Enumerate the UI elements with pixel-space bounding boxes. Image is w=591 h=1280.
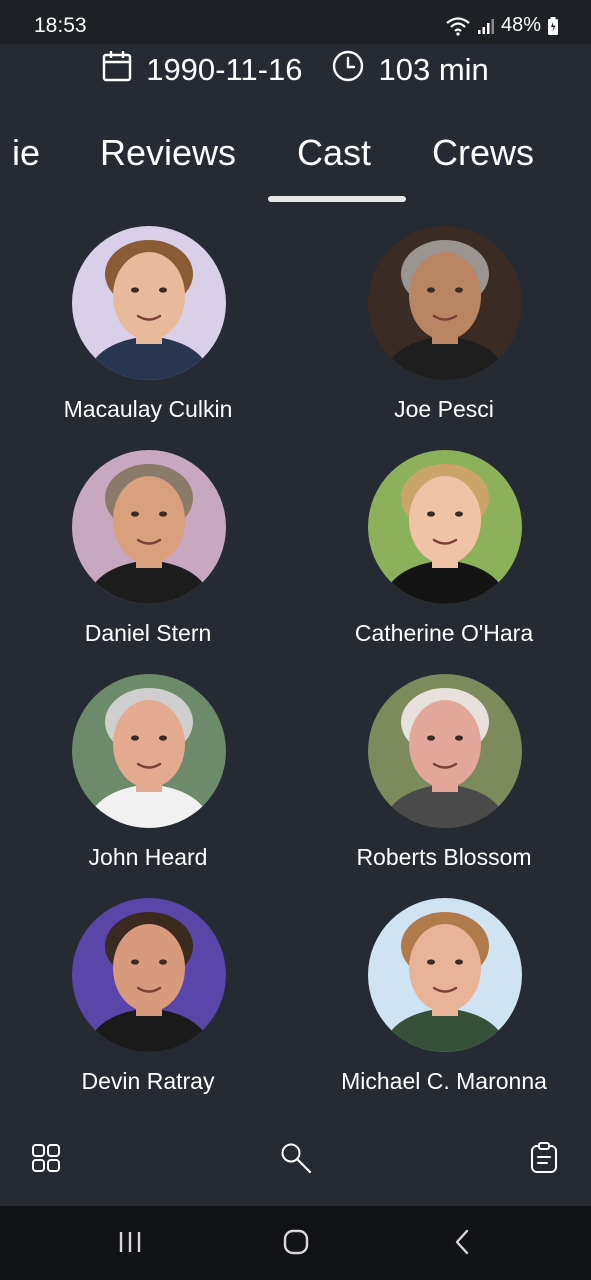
portrait-eye-right	[455, 959, 463, 965]
portrait-eye-left	[427, 735, 435, 741]
cast-name: Macaulay Culkin	[63, 396, 233, 422]
cast-card[interactable]: Joe Pesci	[296, 222, 591, 446]
portrait-eye-left	[427, 959, 435, 965]
portrait-face	[409, 252, 481, 340]
home-button[interactable]	[276, 1228, 316, 1260]
movie-meta: 1990-11-16 103 min	[0, 44, 591, 96]
portrait-face	[113, 476, 185, 564]
clipboard-button[interactable]	[524, 1140, 564, 1180]
runtime: 103 min	[332, 50, 489, 90]
portrait-image	[368, 226, 522, 380]
cast-card[interactable]: Michael C. Maronna	[296, 894, 591, 1112]
portrait-image	[368, 450, 522, 604]
signal-icon	[477, 17, 495, 35]
cast-card[interactable]: Macaulay Culkin	[0, 222, 296, 446]
portrait-face	[409, 924, 481, 1012]
portrait-eye-left	[131, 287, 139, 293]
portrait-image	[72, 226, 226, 380]
cast-card[interactable]: Roberts Blossom	[296, 670, 591, 894]
cast-name: Devin Ratray	[81, 1068, 215, 1094]
portrait-image	[72, 450, 226, 604]
clock-icon	[332, 50, 364, 90]
search-button[interactable]	[276, 1140, 316, 1180]
portrait-eye-right	[159, 735, 167, 741]
portrait-eye-left	[131, 735, 139, 741]
tab-bar: ie Reviews Cast Crews	[0, 118, 591, 208]
wifi-icon	[445, 16, 471, 36]
system-nav-bar	[0, 1206, 591, 1280]
portrait-face	[409, 476, 481, 564]
tab-reviews[interactable]: Reviews	[100, 132, 236, 174]
status-time: 18:53	[34, 14, 87, 37]
portrait-eye-left	[131, 511, 139, 517]
portrait-face	[113, 924, 185, 1012]
calendar-icon	[102, 50, 132, 90]
recent-apps-icon	[117, 1230, 143, 1259]
battery-icon	[547, 16, 559, 36]
cast-name: Roberts Blossom	[356, 844, 532, 870]
cast-avatar	[72, 898, 226, 1052]
clipboard-icon	[529, 1141, 559, 1179]
cast-name: John Heard	[88, 844, 208, 870]
portrait-face	[113, 700, 185, 788]
search-icon	[279, 1141, 313, 1180]
grid-button[interactable]	[26, 1140, 66, 1180]
status-indicators: 48%	[445, 14, 559, 37]
cast-name: Joe Pesci	[394, 396, 494, 422]
release-date: 1990-11-16	[102, 50, 302, 90]
portrait-eye-left	[427, 287, 435, 293]
portrait-face	[113, 252, 185, 340]
back-button[interactable]	[442, 1228, 482, 1260]
tab-indicator	[268, 196, 406, 202]
bottom-nav	[0, 1112, 591, 1206]
tab-partial[interactable]: ie	[12, 132, 40, 174]
cast-card[interactable]: John Heard	[0, 670, 296, 894]
portrait-eye-right	[455, 511, 463, 517]
cast-avatar	[72, 674, 226, 828]
tab-cast[interactable]: Cast	[297, 132, 371, 174]
cast-name: Michael C. Maronna	[341, 1068, 547, 1094]
portrait-eye-right	[159, 511, 167, 517]
portrait-eye-left	[131, 959, 139, 965]
release-date-text: 1990-11-16	[146, 52, 303, 87]
recent-apps-button[interactable]	[110, 1228, 150, 1260]
back-icon	[452, 1228, 472, 1261]
runtime-text: 103 min	[378, 52, 489, 87]
cast-card[interactable]: Devin Ratray	[0, 894, 296, 1112]
cast-card[interactable]: Daniel Stern	[0, 446, 296, 670]
cast-avatar	[72, 450, 226, 604]
portrait-image	[368, 898, 522, 1052]
cast-avatar	[368, 226, 522, 380]
tab-crews[interactable]: Crews	[432, 132, 534, 174]
battery-percent: 48%	[500, 14, 541, 36]
portrait-eye-right	[159, 287, 167, 293]
home-icon	[282, 1228, 310, 1261]
cast-name: Catherine O'Hara	[354, 620, 534, 646]
cast-avatar	[368, 674, 522, 828]
portrait-image	[368, 674, 522, 828]
status-bar: 18:53 48%	[0, 0, 591, 44]
portrait-eye-right	[455, 287, 463, 293]
cast-avatar	[368, 450, 522, 604]
cast-card[interactable]: Catherine O'Hara	[296, 446, 591, 670]
grid-icon	[31, 1143, 61, 1178]
portrait-image	[72, 898, 226, 1052]
cast-name: Daniel Stern	[84, 620, 212, 646]
portrait-face	[409, 700, 481, 788]
portrait-eye-right	[455, 735, 463, 741]
cast-avatar	[72, 226, 226, 380]
portrait-image	[72, 674, 226, 828]
portrait-eye-left	[427, 511, 435, 517]
cast-avatar	[368, 898, 522, 1052]
cast-grid: Macaulay Culkin Joe Pesci Daniel Stern C…	[0, 222, 591, 1112]
portrait-eye-right	[159, 959, 167, 965]
